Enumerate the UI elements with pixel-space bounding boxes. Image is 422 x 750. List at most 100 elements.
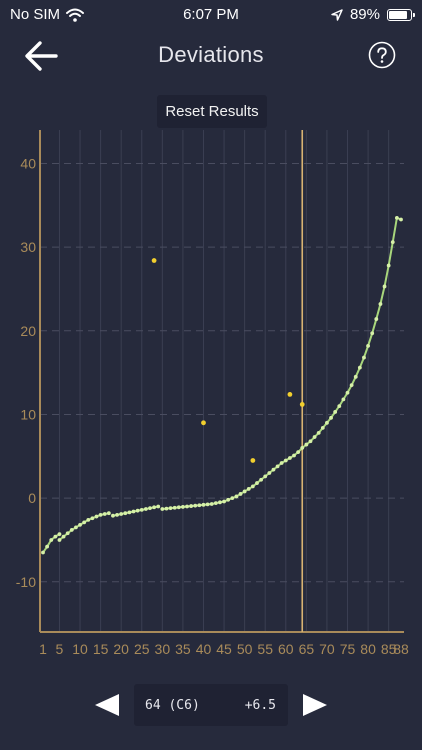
- y-tick-label: 40: [20, 155, 36, 171]
- status-bar: No SIM 6:07 PM 89%: [0, 0, 422, 30]
- curve-point: [222, 499, 226, 504]
- curve-point: [106, 511, 111, 516]
- curve-point: [275, 464, 280, 469]
- curve-point: [69, 528, 74, 532]
- curve-point: [156, 504, 161, 509]
- curve-point: [382, 284, 387, 289]
- curve-point: [333, 410, 338, 414]
- reset-results-button[interactable]: Reset Results: [157, 95, 267, 128]
- curve-point: [374, 317, 379, 321]
- help-icon[interactable]: [368, 41, 396, 69]
- nav-bar: Deviations: [0, 30, 422, 82]
- curve-point: [238, 492, 243, 496]
- curve-point: [205, 502, 210, 507]
- curve-point: [61, 534, 66, 539]
- curve-point: [90, 516, 95, 521]
- curve-point: [263, 474, 268, 479]
- measured-point: [299, 402, 305, 407]
- curve-point: [78, 523, 82, 527]
- curve-point: [86, 517, 91, 522]
- x-tick-label: 30: [155, 641, 171, 657]
- battery-percent: 89%: [349, 6, 380, 23]
- next-note-icon[interactable]: [302, 693, 328, 717]
- curve-point: [74, 525, 78, 530]
- curve-point: [127, 510, 132, 515]
- y-tick-label: 10: [20, 406, 36, 422]
- note-selector: 64 (C6) +6.5: [0, 680, 422, 730]
- measured-point: [287, 391, 293, 397]
- curve-point: [164, 506, 169, 511]
- curve-point: [320, 425, 325, 430]
- curve-point: [218, 500, 222, 505]
- curve-point: [98, 512, 103, 517]
- curve-point: [271, 467, 276, 472]
- x-tick-label: 80: [360, 641, 376, 657]
- y-tick-label: -10: [16, 574, 36, 590]
- curve-point: [181, 505, 185, 509]
- x-tick-label: 45: [216, 641, 232, 657]
- curve-point: [102, 512, 107, 516]
- curve-point: [300, 446, 305, 450]
- x-tick-label: 60: [278, 641, 294, 657]
- curve-point: [185, 504, 189, 509]
- curve-point: [193, 503, 198, 508]
- curve-point: [349, 383, 354, 388]
- x-tick-label: 50: [237, 641, 253, 657]
- curve-point: [353, 374, 358, 379]
- curve-point: [378, 302, 383, 306]
- x-tick-label: 15: [93, 641, 109, 657]
- curve-point: [201, 502, 206, 507]
- x-tick-label: 88: [393, 641, 409, 657]
- curve-point: [160, 507, 165, 511]
- selected-note: 64 (C6): [145, 698, 200, 713]
- curve-point: [329, 415, 333, 420]
- deviation-chart[interactable]: -100102030401 5 10 15 20 25 30 35 40 45 50 55 60 65 70…: [0, 130, 422, 665]
- curve-point: [172, 505, 177, 510]
- curve-point: [337, 404, 342, 408]
- location-arrow-icon: [331, 8, 343, 21]
- curve-point: [390, 240, 395, 245]
- curve-point: [259, 477, 263, 482]
- measured-point: [250, 458, 256, 463]
- curve-point: [119, 512, 124, 516]
- curve-point: [304, 442, 309, 447]
- curve-point: [292, 453, 296, 458]
- curve-point: [234, 494, 239, 499]
- curve-point: [296, 450, 301, 455]
- curve-point: [152, 505, 157, 510]
- curve-point: [246, 487, 251, 491]
- curve-point: [325, 420, 329, 425]
- y-tick-label: 30: [20, 239, 36, 255]
- curve-point: [82, 520, 87, 525]
- curve-point: [345, 390, 350, 395]
- curve-point: [312, 435, 317, 439]
- curve-point: [139, 507, 144, 512]
- curve-point: [57, 532, 62, 537]
- curve-point: [357, 365, 362, 370]
- x-tick-label: 35: [175, 641, 191, 657]
- y-tick-label: 20: [20, 323, 36, 339]
- note-display: 64 (C6) +6.5: [134, 684, 288, 726]
- curve-point: [176, 505, 181, 510]
- curve-point: [362, 355, 366, 360]
- x-tick-label: 70: [319, 641, 335, 657]
- curve-point: [53, 534, 58, 539]
- curve-point: [366, 343, 370, 348]
- curve-point: [57, 538, 62, 542]
- x-tick-label: 75: [340, 641, 356, 657]
- selected-cents: +6.5: [244, 698, 276, 713]
- curve-point: [242, 489, 247, 494]
- curve-point: [45, 544, 50, 549]
- curve-point: [267, 471, 272, 475]
- x-tick-label: 1: [39, 641, 47, 657]
- curve-point: [115, 512, 119, 517]
- curve-point: [370, 331, 375, 336]
- previous-note-icon[interactable]: [94, 693, 120, 717]
- curve-point: [65, 531, 70, 536]
- curve-point: [279, 461, 284, 465]
- curve-point: [226, 497, 231, 502]
- measured-point: [201, 420, 206, 426]
- curve-point: [283, 458, 288, 463]
- curve-point: [135, 508, 140, 513]
- deviation-curve: [58, 512, 110, 541]
